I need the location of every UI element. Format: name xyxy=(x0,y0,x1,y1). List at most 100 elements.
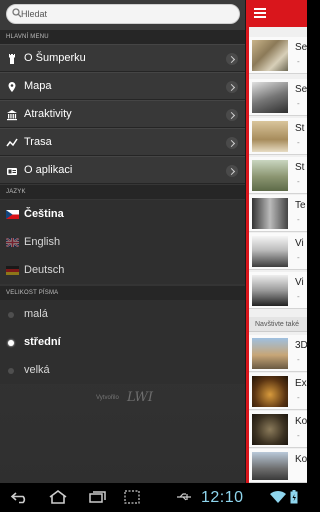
credit: Vytvořilo LWI xyxy=(96,390,153,405)
menu-item-label: O aplikaci xyxy=(24,164,73,176)
action-bar xyxy=(246,0,307,27)
thumbnail-image xyxy=(252,236,288,267)
home-icon[interactable] xyxy=(48,490,68,504)
list-item-title: Ko xyxy=(295,454,308,465)
list-item-subtitle: - xyxy=(297,138,300,147)
list-item-title: Te xyxy=(295,200,306,211)
menu-item-about-sumperk[interactable]: O Šumperku xyxy=(0,44,245,72)
list-item-subtitle: - xyxy=(297,215,300,224)
menu-item-label: O Šumperku xyxy=(24,52,86,64)
clock: 12:10 xyxy=(201,489,244,506)
navigation-drawer: Hledat HLAVNÍ MENU O Šumperku Mapa Atrak… xyxy=(0,0,246,483)
list-item-title: Se xyxy=(295,84,308,95)
font-size-option-small[interactable]: malá xyxy=(0,300,245,328)
list-item[interactable]: Se - xyxy=(249,79,307,116)
menu-item-label: Mapa xyxy=(24,80,52,92)
battery-icon xyxy=(290,490,298,504)
section-header-visit-also: Navštivte také xyxy=(249,317,307,332)
list-item-subtitle: - xyxy=(297,253,300,262)
german-flag-icon xyxy=(6,266,19,275)
list-item-title: Vi xyxy=(295,238,304,249)
list-item-title: Ko xyxy=(295,416,308,427)
system-navigation-bar: 12:10 xyxy=(0,483,307,512)
thumbnail-image xyxy=(252,198,288,229)
menu-item-about-app[interactable]: O aplikaci xyxy=(0,156,245,184)
usb-icon xyxy=(177,493,191,501)
thumbnail-image xyxy=(252,414,288,445)
list-item[interactable]: 3D - xyxy=(249,335,308,372)
list-item-title: St xyxy=(295,162,305,173)
language-label: Čeština xyxy=(24,208,64,220)
font-size-label: velká xyxy=(24,364,50,376)
list-item[interactable]: Se - xyxy=(249,37,307,74)
font-size-label: malá xyxy=(24,308,48,320)
thumbnail-image xyxy=(252,121,288,152)
menu-item-attractions[interactable]: Atraktivity xyxy=(0,100,245,128)
list-item-subtitle: - xyxy=(297,177,300,186)
language-option-english[interactable]: English xyxy=(0,228,245,256)
language-option-german[interactable]: Deutsch xyxy=(0,256,245,284)
thumbnail-image xyxy=(252,452,288,480)
list-item-subtitle: - xyxy=(297,393,300,402)
list-item[interactable]: Vi - xyxy=(249,272,307,309)
thumbnail-image xyxy=(252,275,288,306)
list-item[interactable]: Ko - xyxy=(249,411,307,448)
menu-item-label: Atraktivity xyxy=(24,108,72,120)
thumbnail-image xyxy=(252,160,288,191)
route-icon xyxy=(6,138,18,147)
list-item-title: Ex xyxy=(295,378,307,389)
menu-item-route[interactable]: Trasa xyxy=(0,128,245,156)
uk-flag-icon xyxy=(6,238,19,247)
search-placeholder: Hledat xyxy=(21,9,48,19)
screenshot-icon[interactable] xyxy=(124,490,140,504)
language-label: English xyxy=(24,236,61,248)
recent-apps-icon[interactable] xyxy=(88,490,108,504)
menu-item-map[interactable]: Mapa xyxy=(0,72,245,100)
list-item-subtitle: - xyxy=(297,431,300,440)
thumbnail-image xyxy=(252,40,288,71)
wifi-icon xyxy=(270,490,286,503)
list-item-subtitle: - xyxy=(297,99,300,108)
section-language: JAZYK xyxy=(0,185,245,199)
info-icon xyxy=(7,168,17,175)
tower-icon xyxy=(9,54,15,64)
list-item[interactable]: St - xyxy=(249,118,307,155)
chevron-right-icon xyxy=(226,165,238,177)
list-item-title: Vi xyxy=(295,277,304,288)
font-size-option-medium[interactable]: střední xyxy=(0,328,245,356)
list-item[interactable]: Ko xyxy=(249,449,307,483)
thumbnail-image xyxy=(252,376,288,407)
back-icon[interactable] xyxy=(10,490,30,504)
hamburger-menu-icon[interactable] xyxy=(254,8,266,18)
radio-selected-icon xyxy=(8,340,14,346)
map-pin-icon xyxy=(8,82,16,92)
list-item-title: 3D xyxy=(295,340,308,351)
lwi-logo: LWI xyxy=(127,390,153,405)
section-main-menu: HLAVNÍ MENU xyxy=(0,30,245,44)
radio-icon xyxy=(8,368,14,374)
credit-text: Vytvořilo xyxy=(96,395,119,401)
list-item[interactable]: Vi - xyxy=(249,233,307,270)
font-size-option-large[interactable]: velká xyxy=(0,356,245,384)
chevron-right-icon xyxy=(226,81,238,93)
search-input[interactable]: Hledat xyxy=(6,4,240,24)
list-item-subtitle: - xyxy=(297,355,300,364)
thumbnail-image xyxy=(252,82,288,113)
thumbnail-image xyxy=(252,338,288,369)
font-size-label: střední xyxy=(24,336,61,348)
language-option-czech[interactable]: Čeština xyxy=(0,200,245,228)
chevron-right-icon xyxy=(226,137,238,149)
list-item-subtitle: - xyxy=(297,57,300,66)
list-item-subtitle: - xyxy=(297,292,300,301)
list-item[interactable]: Te - xyxy=(249,195,307,232)
chevron-right-icon xyxy=(226,109,238,121)
list-item[interactable]: St - xyxy=(249,157,307,194)
chevron-right-icon xyxy=(226,53,238,65)
list-item-title: Se xyxy=(295,42,308,53)
language-label: Deutsch xyxy=(24,264,65,276)
section-font-size: VELIKOST PÍSMA xyxy=(0,286,245,300)
list-item[interactable]: Ex - xyxy=(249,373,307,410)
czech-flag-icon xyxy=(6,210,19,219)
list-item-title: St xyxy=(295,123,305,134)
menu-item-label: Trasa xyxy=(24,136,52,148)
